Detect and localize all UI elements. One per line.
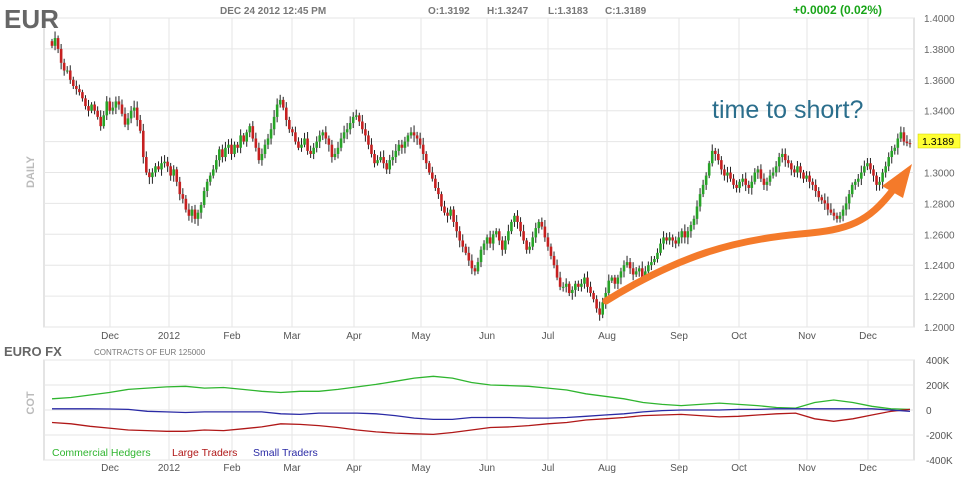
symbol-label: EUR bbox=[4, 4, 59, 34]
price-x-tick-label: Sep bbox=[670, 331, 688, 342]
cot-subtitle: CONTRACTS OF EUR 125000 bbox=[94, 348, 206, 357]
cot-y-tick-label: 0 bbox=[926, 406, 932, 417]
datetime-label: DEC 24 2012 12:45 PM bbox=[220, 6, 326, 17]
cot-legend-item: Large Traders bbox=[172, 447, 237, 459]
cot-legend-item: Small Traders bbox=[253, 447, 318, 459]
open-label: O:1.3192 bbox=[428, 6, 470, 17]
price-x-tick-label: Jul bbox=[542, 331, 555, 342]
high-label: H:1.3247 bbox=[487, 6, 529, 17]
cot-legend-item: Commercial Hedgers bbox=[52, 447, 151, 459]
price-x-tick-labels: Dec 2012 Feb Mar Apr May Jun Jul Aug Sep Oct Nov Dec bbox=[101, 331, 877, 342]
cot-x-tick-label: Apr bbox=[346, 463, 362, 474]
price-y-tick-labels: 1.40001.38001.36001.34001.32001.30001.28… bbox=[924, 14, 955, 334]
cot-x-tick-label: Aug bbox=[598, 463, 616, 474]
cot-y-tick-label: -400K bbox=[926, 456, 953, 467]
price-y-tick-label: 1.3800 bbox=[924, 45, 955, 56]
cot-x-tick-label: 2012 bbox=[158, 463, 181, 474]
cot-x-tick-label: Mar bbox=[283, 463, 301, 474]
cot-x-tick-label: Jul bbox=[542, 463, 555, 474]
price-x-tick-label: Aug bbox=[598, 331, 616, 342]
price-x-tick-label: 2012 bbox=[158, 331, 181, 342]
price-x-tick-label: Nov bbox=[798, 331, 816, 342]
cot-x-tick-label: Jun bbox=[479, 463, 495, 474]
cot-x-tick-label: Sep bbox=[670, 463, 688, 474]
cot-y-tick-labels: 400K 200K 0 -200K -400K bbox=[926, 356, 953, 467]
cot-y-tick-label: -200K bbox=[926, 431, 953, 442]
price-y-tick-label: 1.3400 bbox=[924, 107, 955, 118]
daily-panel-label: DAILY bbox=[25, 155, 37, 188]
price-y-tick-label: 1.2200 bbox=[924, 292, 955, 303]
price-y-tick-label: 1.2400 bbox=[924, 261, 955, 272]
price-x-tick-label: Dec bbox=[101, 331, 119, 342]
cot-x-tick-label: Feb bbox=[223, 463, 241, 474]
price-x-tick-label: Dec bbox=[859, 331, 877, 342]
price-y-tick-label: 1.2600 bbox=[924, 230, 955, 241]
price-y-tick-label: 1.3000 bbox=[924, 169, 955, 180]
chart-canvas: 1.40001.38001.36001.34001.32001.30001.28… bbox=[4, 3, 961, 474]
cot-x-tick-label: May bbox=[412, 463, 431, 474]
cot-panel-label: COT bbox=[25, 391, 37, 415]
price-x-tick-label: Apr bbox=[346, 331, 362, 342]
price-y-tick-label: 1.4000 bbox=[924, 14, 955, 25]
price-y-tick-label: 1.2000 bbox=[924, 323, 955, 334]
cot-x-tick-label: Dec bbox=[101, 463, 119, 474]
price-x-tick-label: Feb bbox=[223, 331, 241, 342]
cot-title: EURO FX bbox=[4, 344, 62, 359]
candle bbox=[707, 160, 711, 179]
price-x-tick-label: Jun bbox=[479, 331, 495, 342]
cot-x-tick-label: Oct bbox=[731, 463, 747, 474]
price-y-tick-label: 1.3600 bbox=[924, 76, 955, 87]
cot-legend: Commercial Hedgers Large Traders Small Tra… bbox=[52, 447, 318, 459]
price-x-tick-label: Oct bbox=[731, 331, 747, 342]
change-label: +0.0002 (0.02%) bbox=[793, 3, 882, 17]
close-label: C:1.3189 bbox=[605, 6, 647, 17]
cot-x-tick-label: Dec bbox=[859, 463, 877, 474]
price-x-tick-label: Mar bbox=[283, 331, 301, 342]
price-x-tick-label: May bbox=[412, 331, 431, 342]
last-price-tag: 1.3189 bbox=[917, 133, 961, 149]
last-price-value: 1.3189 bbox=[922, 136, 954, 148]
cot-x-tick-label: Nov bbox=[798, 463, 816, 474]
cot-y-tick-label: 200K bbox=[926, 381, 950, 392]
annotation-text: time to short? bbox=[712, 96, 863, 124]
cot-x-tick-labels: Dec 2012 Feb Mar Apr May Jun Jul Aug Sep Oct Nov Dec bbox=[101, 463, 877, 474]
price-y-tick-label: 1.2800 bbox=[924, 199, 955, 210]
low-label: L:1.3183 bbox=[548, 6, 588, 17]
cot-y-tick-label: 400K bbox=[926, 356, 950, 367]
